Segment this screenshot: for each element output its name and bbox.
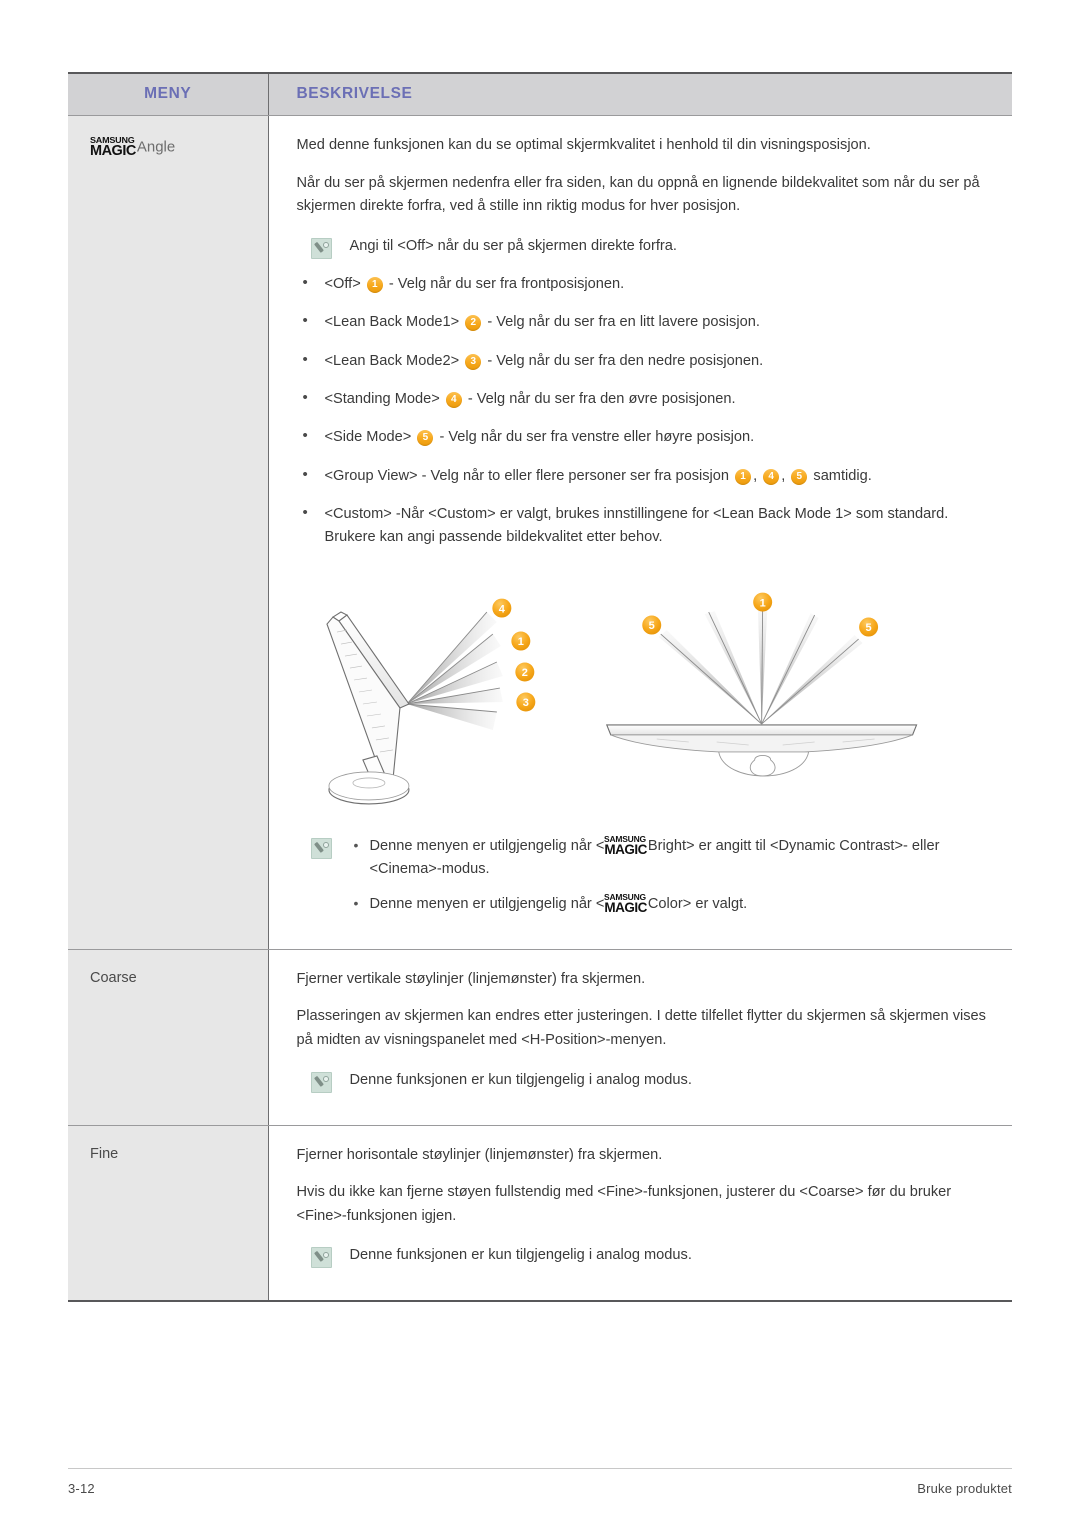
list-item: <Side Mode> 5 - Velg når du ser fra vens…	[297, 424, 987, 449]
note-suffix: Color> er valgt.	[647, 895, 748, 912]
diagram-badge-5-right: 5	[858, 617, 878, 637]
note-pencil-icon	[310, 1071, 332, 1093]
description-cell-fine: Fjerner horisontale støylinjer (linjemøn…	[268, 1125, 1012, 1302]
option-text: - Velg når du ser fra venstre eller høyr…	[439, 429, 755, 446]
diagram-badge-5-left: 5	[641, 615, 661, 635]
svg-text:3: 3	[522, 697, 528, 709]
menu-description-table: MENY BESKRIVELSE SAMSUNG MAGIC Angle Med…	[68, 72, 1012, 1303]
table-row-coarse: Coarse Fjerner vertikale støylinjer (lin…	[68, 949, 1012, 1126]
svg-text:1: 1	[759, 597, 765, 609]
table-header: MENY BESKRIVELSE	[68, 73, 1012, 116]
position-badge: 4	[763, 468, 780, 485]
list-item: <Off> 1 - Velg når du ser fra frontposis…	[297, 271, 987, 296]
list-item: Denne menyen er utilgjengelig når <SAMSU…	[350, 834, 987, 882]
angle-top-note: Angi til <Off> når du ser på skjermen di…	[297, 235, 987, 259]
column-header-beskrivelse: BESKRIVELSE	[267, 73, 1012, 116]
samsung-magic-logo: SAMSUNG MAGIC	[604, 892, 647, 915]
menu-cell-fine: Fine	[68, 1125, 269, 1302]
diagram-badge-3: 3	[515, 692, 535, 712]
note-pencil-icon	[310, 1247, 332, 1269]
position-badge: 1	[735, 468, 752, 485]
diagram-badge-1-top: 1	[752, 592, 772, 612]
logo-text-magic: MAGIC	[604, 899, 647, 915]
samsung-magic-logo: SAMSUNG MAGIC	[90, 136, 136, 158]
angle-bottom-notes: Denne menyen er utilgjengelig når <SAMSU…	[297, 834, 987, 917]
column-header-meny: MENY	[68, 73, 268, 116]
description-cell-angle: Med denne funksjonen kan du se optimal s…	[268, 115, 1012, 950]
manual-page: MENY BESKRIVELSE SAMSUNG MAGIC Angle Med…	[0, 0, 1080, 1527]
option-text: - Velg når du ser fra frontposisjonen.	[388, 275, 625, 292]
group-view-suffix: samtidig.	[813, 467, 872, 484]
table-body: SAMSUNG MAGIC Angle Med denne funksjonen…	[68, 115, 1012, 1302]
position-badge: 3	[465, 353, 482, 370]
svg-text:1: 1	[517, 636, 523, 648]
table-row-angle: SAMSUNG MAGIC Angle Med denne funksjonen…	[68, 115, 1012, 950]
diagram-left-side-view: 4 1 2 3	[325, 598, 535, 805]
svg-text:5: 5	[648, 620, 654, 632]
option-name: <Lean Back Mode2>	[324, 352, 460, 369]
table-header-row: MENY BESKRIVELSE	[68, 73, 1012, 116]
coarse-paragraph-2: Plasseringen av skjermen kan endres ette…	[296, 1008, 986, 1048]
note-pencil-icon	[310, 837, 332, 859]
position-badge: 4	[445, 391, 462, 408]
angle-top-note-text: Angi til <Off> når du ser på skjermen di…	[349, 237, 677, 254]
logo-text-samsung: SAMSUNG	[604, 892, 647, 902]
option-text: - Velg når du ser fra den øvre posisjone…	[467, 390, 736, 407]
position-badge: 5	[417, 430, 434, 447]
logo-text-magic: MAGIC	[90, 142, 136, 159]
menu-cell-angle: SAMSUNG MAGIC Angle	[68, 115, 269, 950]
angle-paragraph-2: Når du ser på skjermen nedenfra eller fr…	[296, 174, 980, 215]
position-badge: 2	[465, 315, 482, 332]
fine-note-text: Denne funksjonen er kun tilgjengelig i a…	[349, 1247, 692, 1264]
footer-page-number: 3-12	[68, 1481, 95, 1496]
fine-note: Denne funksjonen er kun tilgjengelig i a…	[297, 1244, 987, 1269]
angle-bottom-note-list: Denne menyen er utilgjengelig når <SAMSU…	[350, 834, 987, 917]
coarse-paragraph-1: Fjerner vertikale støylinjer (linjemønst…	[296, 970, 646, 987]
badge-separator: ,	[781, 467, 786, 484]
group-view-prefix: <Group View> - Velg når to eller flere p…	[324, 467, 730, 484]
svg-text:4: 4	[498, 603, 505, 615]
table-row-fine: Fine Fjerner horisontale støylinjer (lin…	[68, 1125, 1012, 1302]
menu-label-angle: Angle	[136, 138, 176, 156]
option-name: <Off>	[324, 275, 361, 292]
samsung-magic-logo: SAMSUNG MAGIC	[604, 834, 647, 857]
note-prefix: Denne menyen er utilgjengelig når <	[369, 837, 605, 854]
option-name: <Lean Back Mode1>	[324, 314, 460, 331]
page-footer: 3-12 Bruke produktet	[68, 1468, 1012, 1496]
note-prefix: Denne menyen er utilgjengelig når <	[369, 895, 605, 912]
position-badge: 5	[791, 468, 808, 485]
angle-paragraph-1: Med denne funksjonen kan du se optimal s…	[296, 137, 871, 153]
coarse-note-text: Denne funksjonen er kun tilgjengelig i a…	[349, 1071, 692, 1088]
footer-section-title: Bruke produktet	[917, 1481, 1012, 1496]
diagram-right-top-view: 5 1 5	[605, 592, 917, 777]
logo-text-samsung: SAMSUNG	[604, 834, 647, 844]
list-item: <Lean Back Mode1> 2 - Velg når du ser fr…	[297, 309, 987, 334]
diagram-badge-2: 2	[514, 662, 534, 682]
badge-separator: ,	[753, 467, 758, 484]
fine-paragraph-2: Hvis du ikke kan fjerne støyen fullstend…	[296, 1184, 952, 1224]
option-name: <Standing Mode>	[324, 390, 440, 407]
list-item: Denne menyen er utilgjengelig når <SAMSU…	[350, 892, 987, 917]
fine-paragraph-1: Fjerner horisontale støylinjer (linjemøn…	[296, 1146, 663, 1163]
list-item-group-view: <Group View> - Velg når to eller flere p…	[297, 463, 987, 488]
option-text: - Velg når du ser fra den nedre posisjon…	[487, 352, 764, 369]
list-item: <Lean Back Mode2> 3 - Velg når du ser fr…	[297, 348, 987, 373]
diagram-badge-1: 1	[510, 631, 530, 651]
angle-option-list: <Off> 1 - Velg når du ser fra frontposis…	[297, 271, 987, 550]
list-item-custom: <Custom> -Når <Custom> er valgt, brukes …	[297, 501, 987, 550]
option-text: - Velg når du ser fra en litt lavere pos…	[487, 314, 760, 331]
note-pencil-icon	[310, 237, 332, 259]
list-item: <Standing Mode> 4 - Velg når du ser fra …	[297, 386, 987, 411]
diagram-badge-4: 4	[491, 598, 511, 618]
coarse-note: Denne funksjonen er kun tilgjengelig i a…	[297, 1069, 987, 1093]
logo-text-magic: MAGIC	[604, 841, 647, 857]
svg-text:5: 5	[865, 622, 871, 634]
description-cell-coarse: Fjerner vertikale støylinjer (linjemønst…	[268, 949, 1012, 1126]
position-badge: 1	[366, 276, 383, 293]
svg-text:2: 2	[521, 667, 527, 679]
option-name: <Side Mode>	[324, 429, 412, 446]
logo-text-samsung: SAMSUNG	[90, 135, 135, 145]
viewing-angle-diagram: 4 1 2 3 5 1 5	[325, 592, 917, 805]
menu-cell-coarse: Coarse	[68, 949, 269, 1126]
